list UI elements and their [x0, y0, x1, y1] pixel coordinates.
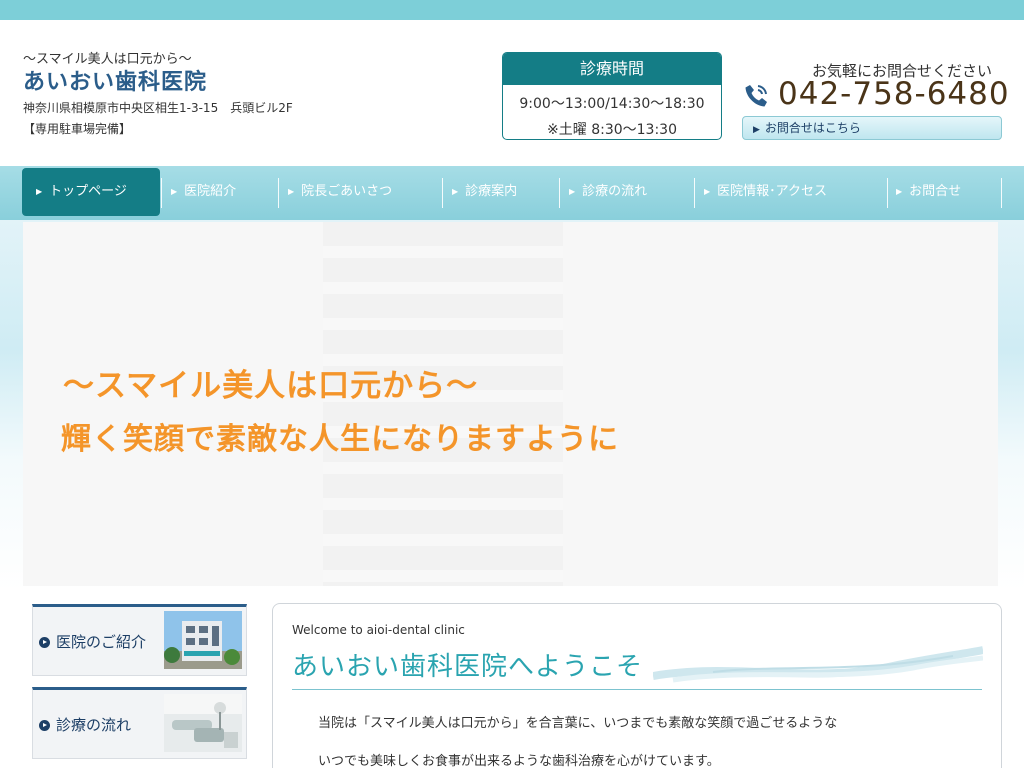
sidebar-item-flow[interactable]: 診療の流れ — [32, 687, 247, 759]
top-band — [0, 0, 1024, 20]
nav-item-top[interactable]: ▶ トップページ — [22, 168, 160, 216]
triangle-right-icon: ▶ — [896, 187, 903, 196]
welcome-divider — [292, 689, 982, 690]
nav-item-clinic-intro[interactable]: ▶ 医院紹介 — [157, 176, 277, 208]
contact-button[interactable]: ▶ お問合せはこちら — [742, 116, 1002, 140]
hero-subheadline: 輝く笑顔で素敵な人生になりますように — [61, 422, 619, 457]
clinic-name-logo[interactable]: あいおい歯科医院 — [23, 64, 207, 96]
triangle-right-icon: ▶ — [36, 187, 43, 196]
welcome-subtitle: Welcome to aioi-dental clinic — [292, 623, 465, 637]
hero-headline: 〜スマイル美人は口元から〜 — [63, 368, 479, 404]
nav-item-greeting[interactable]: ▶ 院長ごあいさつ — [274, 176, 439, 208]
clinic-address: 神奈川県相模原市中央区相生1-3-15 兵頭ビル2F — [23, 101, 293, 115]
hours-title: 診療時間 — [503, 53, 721, 85]
clinic-building-photo — [164, 611, 242, 669]
header: 〜スマイル美人は口元から〜 あいおい歯科医院 神奈川県相模原市中央区相生1-3-… — [0, 20, 1024, 166]
main-nav: ▶ トップページ ▶ 医院紹介 ▶ 院長ごあいさつ ▶ 診療案内 ▶ 診療の流れ ▶ 医院情… — [0, 166, 1024, 220]
welcome-paragraph-2: いつでも美味しくお食事が出来るような歯科治療を心がけています。 — [318, 754, 720, 768]
decorative-wave — [653, 646, 983, 683]
parking-note: 【専用駐車場完備】 — [23, 122, 132, 136]
triangle-right-icon: ▶ — [452, 187, 459, 196]
triangle-right-icon: ▶ — [288, 187, 295, 196]
nav-item-contact[interactable]: ▶ お問合せ — [882, 176, 1000, 208]
triangle-right-icon: ▶ — [704, 187, 711, 196]
hours-weekday: 9:00〜13:00/14:30〜18:30 — [519, 96, 705, 112]
nav-item-label: お問合せ — [909, 184, 962, 199]
triangle-right-icon: ▶ — [569, 187, 576, 196]
sidebar-item-label: 診療の流れ — [56, 716, 132, 734]
nav-item-label: 診療案内 — [465, 184, 518, 199]
nav-divider — [1001, 178, 1002, 208]
nav-item-access[interactable]: ▶ 医院情報･アクセス — [690, 176, 884, 208]
nav-item-label: 診療の流れ — [582, 184, 648, 199]
welcome-paragraph-1: 当院は「スマイル美人は口元から」を合言葉に、いつまでも素敵な笑顔で過ごせるような — [318, 716, 838, 731]
triangle-right-icon: ▶ — [171, 187, 178, 196]
contact-button-label: お問合せはこちら — [764, 121, 861, 135]
nav-item-flow[interactable]: ▶ 診療の流れ — [555, 176, 690, 208]
hours-box: 診療時間 9:00〜13:00/14:30〜18:30 ※土曜 8:30〜13:… — [502, 52, 722, 140]
welcome-title: あいおい歯科医院へようこそ — [292, 652, 644, 682]
sidebar-item-label: 医院のご紹介 — [56, 633, 147, 651]
hero-banner: 〜スマイル美人は口元から〜 輝く笑顔で素敵な人生になりますように — [23, 222, 998, 586]
play-arrow-icon: ▶ — [753, 125, 760, 135]
nav-item-label: 医院情報･アクセス — [717, 184, 828, 199]
welcome-section: Welcome to aioi-dental clinic あいおい歯科医院へよ… — [272, 603, 1002, 768]
circle-arrow-icon — [39, 720, 50, 731]
nav-item-treatment[interactable]: ▶ 診療案内 — [438, 176, 556, 208]
hours-saturday: ※土曜 8:30〜13:30 — [547, 122, 677, 138]
treatment-room-photo — [164, 694, 242, 752]
nav-item-label: トップページ — [49, 184, 127, 199]
sidebar-item-clinic-intro[interactable]: 医院のご紹介 — [32, 604, 247, 676]
circle-arrow-icon — [39, 637, 50, 648]
nav-item-label: 医院紹介 — [184, 184, 237, 199]
nav-item-label: 院長ごあいさつ — [301, 184, 393, 199]
phone-number[interactable]: 042-758-6480 — [778, 76, 1010, 112]
phone-icon — [745, 85, 767, 107]
